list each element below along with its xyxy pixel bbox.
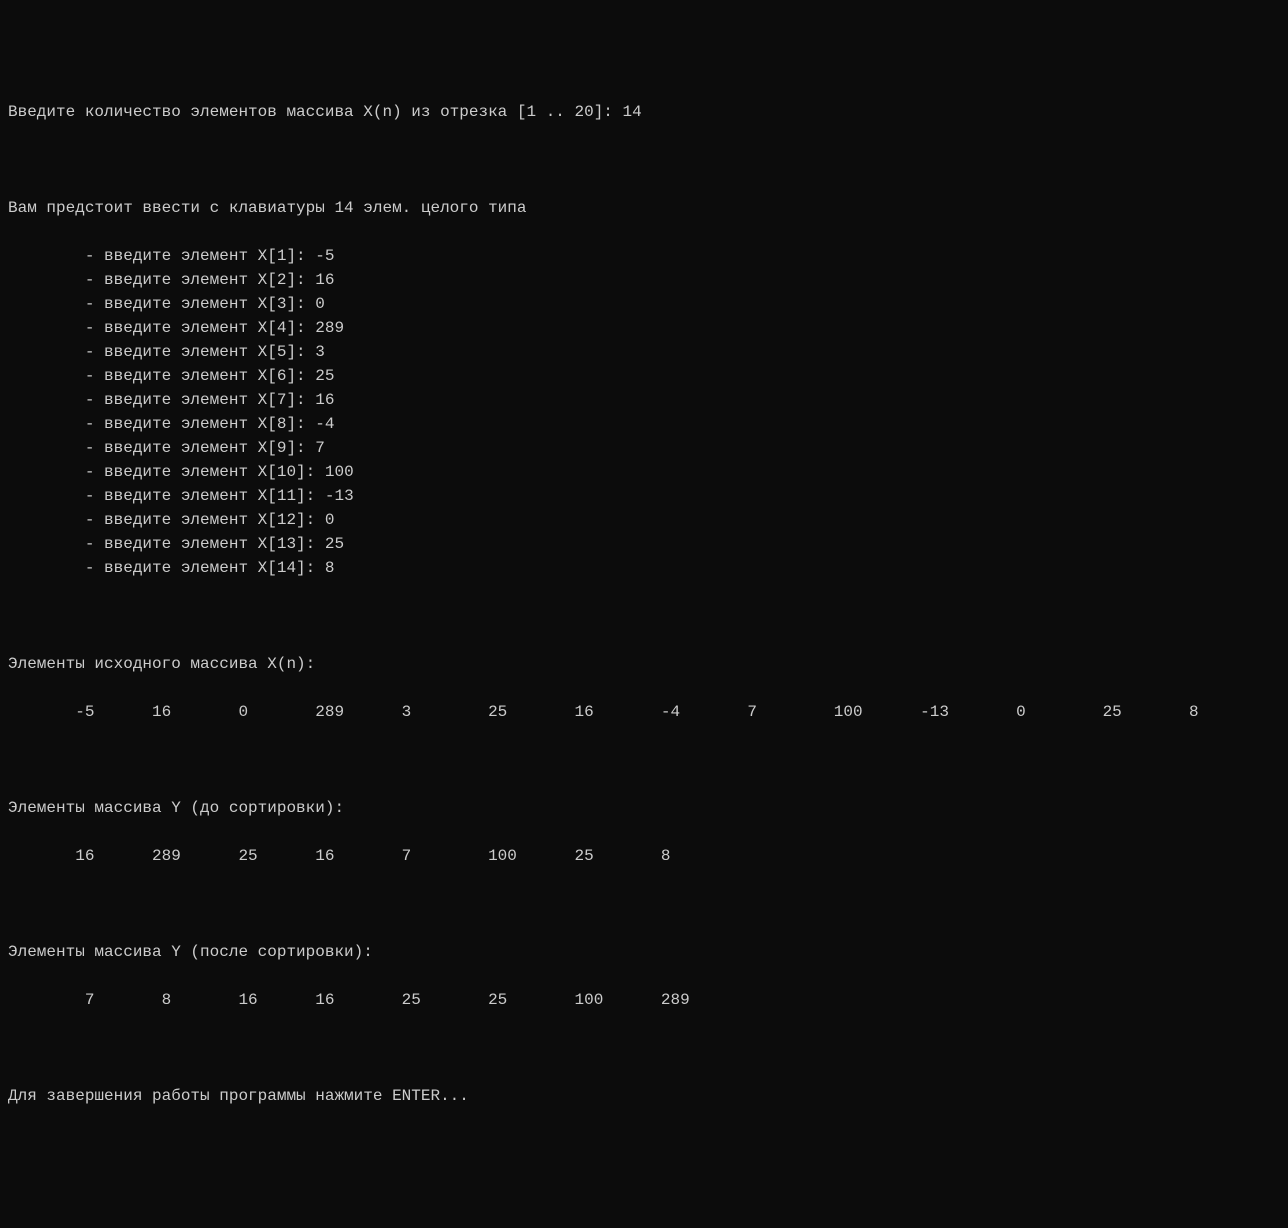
element-value: 16: [315, 271, 334, 289]
element-input-line: - введите элемент X[10]: 100: [8, 460, 1280, 484]
element-value: 289: [315, 319, 344, 337]
section-x-header: Элементы исходного массива X(n):: [8, 652, 1280, 676]
element-value: -5: [315, 247, 334, 265]
section-y-before-header: Элементы массива Y (до сортировки):: [8, 796, 1280, 820]
element-input-line: - введите элемент X[8]: -4: [8, 412, 1280, 436]
element-label: - введите элемент X[8]:: [8, 415, 315, 433]
element-value: -13: [325, 487, 354, 505]
section-y-before-values: 16 289 25 16 7 100 25 8: [8, 844, 1280, 868]
element-label: - введите элемент X[6]:: [8, 367, 315, 385]
element-input-line: - введите элемент X[11]: -13: [8, 484, 1280, 508]
element-input-line: - введите элемент X[2]: 16: [8, 268, 1280, 292]
blank-line: [8, 892, 1280, 916]
element-label: - введите элемент X[10]:: [8, 463, 325, 481]
elements-list: - введите элемент X[1]: -5 - введите эле…: [8, 244, 1280, 580]
element-input-line: - введите элемент X[7]: 16: [8, 388, 1280, 412]
blank-line: [8, 1036, 1280, 1060]
element-label: - введите элемент X[13]:: [8, 535, 325, 553]
footer-prompt: Для завершения работы программы нажмите …: [8, 1084, 1280, 1108]
element-label: - введите элемент X[3]:: [8, 295, 315, 313]
element-input-line: - введите элемент X[9]: 7: [8, 436, 1280, 460]
element-input-line: - введите элемент X[5]: 3: [8, 340, 1280, 364]
element-label: - введите элемент X[9]:: [8, 439, 315, 457]
element-label: - введите элемент X[5]:: [8, 343, 315, 361]
prompt-count-line: Введите количество элементов массива X(n…: [8, 100, 1280, 124]
element-value: 100: [325, 463, 354, 481]
prompt-count-label: Введите количество элементов массива X(n…: [8, 103, 623, 121]
element-value: 25: [325, 535, 344, 553]
element-value: 8: [325, 559, 335, 577]
element-value: 0: [315, 295, 325, 313]
element-label: - введите элемент X[2]:: [8, 271, 315, 289]
blank-line: [8, 748, 1280, 772]
blank-line: [8, 604, 1280, 628]
element-input-line: - введите элемент X[1]: -5: [8, 244, 1280, 268]
element-input-line: - введите элемент X[13]: 25: [8, 532, 1280, 556]
element-value: -4: [315, 415, 334, 433]
element-value: 7: [315, 439, 325, 457]
section-y-after-values: 7 8 16 16 25 25 100 289: [8, 988, 1280, 1012]
element-label: - введите элемент X[1]:: [8, 247, 315, 265]
element-input-line: - введите элемент X[14]: 8: [8, 556, 1280, 580]
element-label: - введите элемент X[12]:: [8, 511, 325, 529]
prompt-count-value: 14: [623, 103, 642, 121]
element-input-line: - введите элемент X[4]: 289: [8, 316, 1280, 340]
element-input-line: - введите элемент X[6]: 25: [8, 364, 1280, 388]
element-value: 0: [325, 511, 335, 529]
element-value: 16: [315, 391, 334, 409]
element-value: 25: [315, 367, 334, 385]
element-label: - введите элемент X[14]:: [8, 559, 325, 577]
element-label: - введите элемент X[11]:: [8, 487, 325, 505]
blank-line: [8, 148, 1280, 172]
element-input-line: - введите элемент X[3]: 0: [8, 292, 1280, 316]
element-label: - введите элемент X[7]:: [8, 391, 315, 409]
element-label: - введите элемент X[4]:: [8, 319, 315, 337]
element-value: 3: [315, 343, 325, 361]
section-x-values: -5 16 0 289 3 25 16 -4 7 100 -13 0 25 8: [8, 700, 1280, 724]
section-y-after-header: Элементы массива Y (после сортировки):: [8, 940, 1280, 964]
input-header: Вам предстоит ввести с клавиатуры 14 эле…: [8, 196, 1280, 220]
element-input-line: - введите элемент X[12]: 0: [8, 508, 1280, 532]
